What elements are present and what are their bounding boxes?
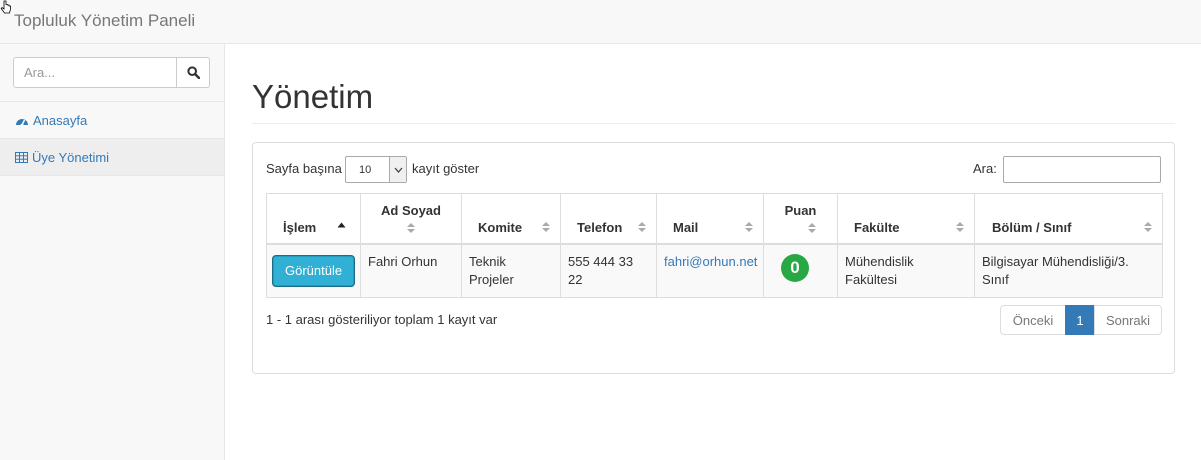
sort-ascending-icon: [337, 222, 346, 228]
hand-cursor-icon: [0, 0, 11, 14]
column-header-label: Telefon: [577, 220, 623, 235]
app-brand[interactable]: Topluluk Yönetim Paneli: [14, 11, 195, 31]
column-header-puan[interactable]: Puan: [763, 193, 838, 245]
sort-icon: [807, 223, 816, 233]
sidebar-item-label: Anasayfa: [33, 113, 88, 128]
sidebar-item-anasayfa[interactable]: Anasayfa: [0, 102, 224, 139]
sidebar-item-label: Üye Yönetimi: [32, 150, 110, 165]
table-filter-input[interactable]: [1003, 156, 1161, 183]
next-page-button[interactable]: Sonraki: [1094, 305, 1162, 335]
column-header-label: Bölüm / Sınıf: [992, 220, 1072, 235]
sidebar-search-input[interactable]: [13, 57, 177, 88]
column-header-fakulte[interactable]: Fakülte: [837, 193, 975, 245]
cell-faculty: Mühendislik Fakültesi: [837, 243, 975, 298]
cell-department: Bilgisayar Mühendisliği/3. Sınıf: [974, 243, 1163, 298]
sort-icon: [542, 222, 550, 232]
table-filter-label: Ara:: [973, 161, 997, 176]
mail-link[interactable]: fahri@orhun.net: [664, 254, 757, 269]
chevron-down-icon: [389, 157, 406, 182]
cell-action: Görüntüle: [266, 243, 361, 298]
page-title: Yönetim: [252, 78, 374, 115]
cell-mail: fahri@orhun.net: [656, 243, 764, 298]
sidebar-divider: [0, 175, 224, 176]
column-header-label: Mail: [673, 220, 699, 235]
sidebar-search-button[interactable]: [176, 57, 210, 88]
previous-page-button[interactable]: Önceki: [1000, 305, 1066, 335]
sort-icon: [745, 222, 753, 232]
column-header-telefon[interactable]: Telefon: [560, 193, 657, 245]
cell-phone: 555 444 33 22: [560, 243, 657, 298]
top-navbar: Topluluk Yönetim Paneli: [0, 0, 1201, 44]
score-badge: 0: [781, 253, 809, 282]
column-header-label: Komite: [478, 220, 523, 235]
length-suffix-label: kayıt göster: [412, 161, 480, 176]
column-header-komite[interactable]: Komite: [461, 193, 561, 245]
table-header-row: İşlem Ad Soyad Komite Telefon Mail Puan …: [266, 193, 1163, 245]
title-divider: [252, 123, 1175, 124]
view-button[interactable]: Görüntüle: [273, 255, 355, 286]
column-header-bolum-sinif[interactable]: Bölüm / Sınıf: [974, 193, 1163, 245]
page-1-button[interactable]: 1: [1065, 305, 1095, 335]
members-table: İşlem Ad Soyad Komite Telefon Mail Puan …: [266, 193, 1163, 298]
column-header-label: İşlem: [283, 220, 317, 235]
sort-icon: [956, 222, 964, 232]
sort-icon: [638, 222, 646, 232]
sort-icon: [1144, 222, 1152, 232]
table-row: Görüntüle Fahri Orhun Teknik Projeler 55…: [266, 243, 1163, 298]
sort-icon: [407, 223, 415, 233]
column-header-label: Ad Soyad: [381, 203, 441, 218]
column-header-label: Puan: [784, 203, 817, 218]
page-length-select[interactable]: 10: [345, 156, 407, 183]
members-panel: Sayfa başına 10 kayıt göster Ara: İşlem …: [252, 142, 1175, 374]
dashboard-icon: [16, 118, 28, 126]
column-header-mail[interactable]: Mail: [656, 193, 764, 245]
column-header-label: Fakülte: [854, 220, 900, 235]
column-header-ad-soyad[interactable]: Ad Soyad: [360, 193, 462, 245]
sidebar-item-uye-yonetimi[interactable]: Üye Yönetimi: [0, 139, 224, 176]
table-icon: [15, 152, 28, 163]
pagination: Önceki 1 Sonraki: [1000, 305, 1162, 335]
cell-score: 0: [763, 243, 838, 298]
search-icon: [186, 66, 200, 79]
cell-committee: Teknik Projeler: [461, 243, 561, 298]
column-header-islem[interactable]: İşlem: [266, 193, 361, 245]
length-prefix-label: Sayfa başına: [266, 161, 342, 176]
sidebar-search: [13, 57, 210, 88]
cell-name: Fahri Orhun: [360, 243, 462, 298]
table-info-text: 1 - 1 arası gösteriliyor toplam 1 kayıt …: [266, 312, 498, 327]
sidebar: Anasayfa Üye Yönetimi: [0, 44, 225, 460]
page-length-value: 10: [359, 164, 372, 176]
